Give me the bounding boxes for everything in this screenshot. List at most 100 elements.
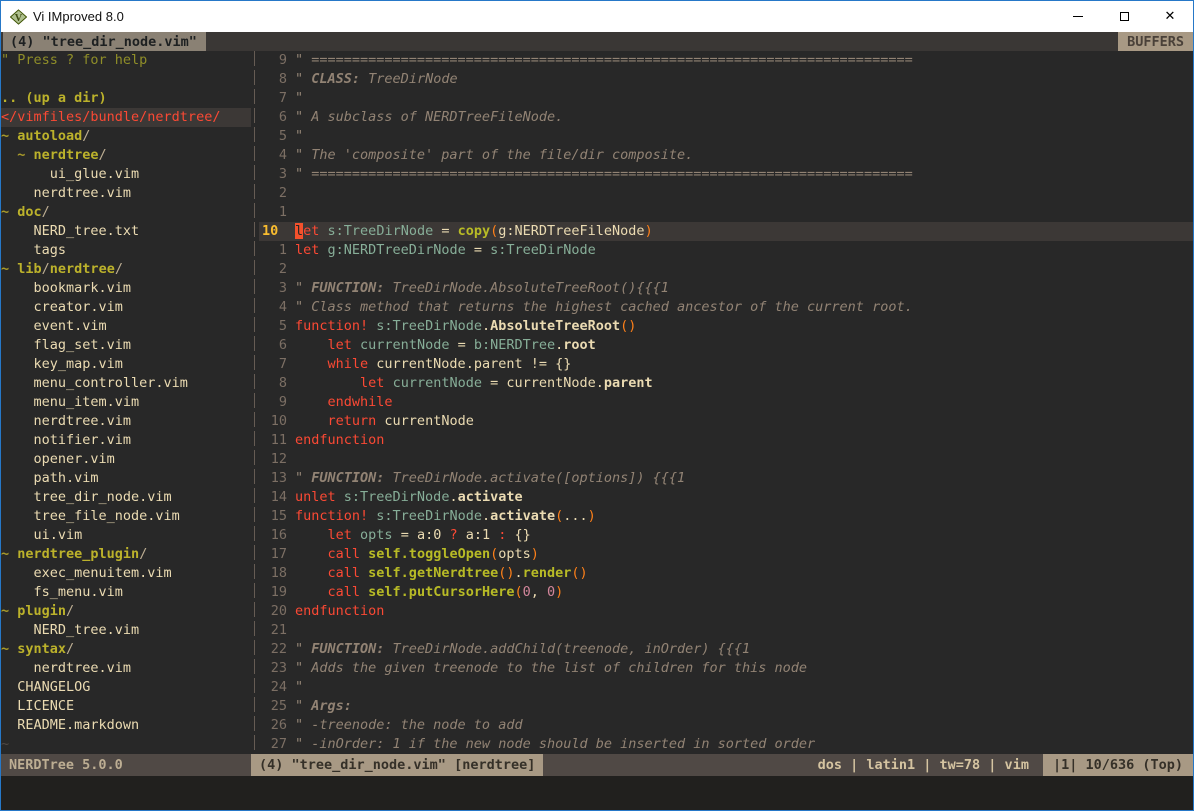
line-number: 17 [259, 545, 287, 564]
tree-item[interactable]: exec_menuitem.vim [1, 564, 251, 583]
code-line[interactable]: 1let g:NERDTreeDirNode = s:TreeDirNode [259, 241, 1193, 260]
code-line[interactable]: 17 call self.toggleOpen(opts) [259, 545, 1193, 564]
tree-item[interactable]: NERD_tree.vim [1, 621, 251, 640]
tree-item[interactable]: opener.vim [1, 450, 251, 469]
tree-item[interactable]: ~ plugin/ [1, 602, 251, 621]
line-number: 2 [259, 184, 287, 203]
minimize-icon [1073, 16, 1083, 17]
code-line[interactable]: 22" FUNCTION: TreeDirNode.addChild(treen… [259, 640, 1193, 659]
tree-item[interactable]: ~ autoload/ [1, 127, 251, 146]
close-button[interactable]: ✕ [1147, 1, 1193, 32]
tree-item[interactable]: notifier.vim [1, 431, 251, 450]
code-line[interactable]: 16 let opts = a:0 ? a:1 : {} [259, 526, 1193, 545]
buffer-tab[interactable]: (4) "tree_dir_node.vim" [3, 32, 206, 51]
tree-item[interactable]: nerdtree.vim [1, 412, 251, 431]
code-line[interactable]: 6" A subclass of NERDTreeFileNode. [259, 108, 1193, 127]
code-line[interactable]: 9" =====================================… [259, 51, 1193, 70]
code-line[interactable]: 10let s:TreeDirNode = copy(g:NERDTreeFil… [259, 222, 1193, 241]
code-line[interactable]: 21 [259, 621, 1193, 640]
tree-item[interactable]: menu_item.vim [1, 393, 251, 412]
code-line[interactable]: 7" [259, 89, 1193, 108]
vim-icon: V [10, 9, 27, 25]
code-line[interactable]: 18 call self.getNerdtree().render() [259, 564, 1193, 583]
line-number: 25 [259, 697, 287, 716]
tree-item[interactable]: .. (up a dir) [1, 89, 251, 108]
line-number: 18 [259, 564, 287, 583]
tree-item[interactable]: nerdtree.vim [1, 659, 251, 678]
code-line[interactable]: 14unlet s:TreeDirNode.activate [259, 488, 1193, 507]
code-line[interactable]: 20endfunction [259, 602, 1193, 621]
tree-item[interactable]: key_map.vim [1, 355, 251, 374]
code-line[interactable]: 8 let currentNode = currentNode.parent [259, 374, 1193, 393]
code-line[interactable]: 11endfunction [259, 431, 1193, 450]
editor-panel[interactable]: 9" =====================================… [259, 51, 1193, 754]
code-line[interactable]: 15function! s:TreeDirNode.activate(...) [259, 507, 1193, 526]
code-line[interactable]: 24" [259, 678, 1193, 697]
tree-item[interactable]: fs_menu.vim [1, 583, 251, 602]
line-number: 6 [259, 108, 287, 127]
line-number: 10 [259, 412, 287, 431]
code-line[interactable]: 7 while currentNode.parent != {} [259, 355, 1193, 374]
minimize-button[interactable] [1055, 1, 1101, 32]
code-line[interactable]: 25" Args: [259, 697, 1193, 716]
maximize-button[interactable] [1101, 1, 1147, 32]
tree-item[interactable]: ui.vim [1, 526, 251, 545]
tree-item[interactable]: path.vim [1, 469, 251, 488]
tree-item[interactable]: ~ [1, 735, 251, 754]
tree-item[interactable]: tree_file_node.vim [1, 507, 251, 526]
code-line[interactable]: 4" The 'composite' part of the file/dir … [259, 146, 1193, 165]
code-line[interactable]: 26" -treenode: the node to add [259, 716, 1193, 735]
tree-item[interactable]: menu_controller.vim [1, 374, 251, 393]
code-line[interactable]: 4" Class method that returns the highest… [259, 298, 1193, 317]
tree-item[interactable]: ~ doc/ [1, 203, 251, 222]
tree-item[interactable]: nerdtree.vim [1, 184, 251, 203]
tree-item[interactable]: ~ nerdtree_plugin/ [1, 545, 251, 564]
tree-item[interactable]: ~ nerdtree/ [1, 146, 251, 165]
code-line[interactable]: 1 [259, 203, 1193, 222]
code-line[interactable]: 23" Adds the given treenode to the list … [259, 659, 1193, 678]
code-line[interactable]: 5" [259, 127, 1193, 146]
line-number: 24 [259, 678, 287, 697]
line-number: 13 [259, 469, 287, 488]
statusline-file-info: dos | latin1 | tw=78 | vim [543, 754, 1043, 776]
tree-item[interactable]: README.markdown [1, 716, 251, 735]
line-number: 11 [259, 431, 287, 450]
command-line[interactable] [1, 776, 1193, 810]
tree-item[interactable]: ui_glue.vim [1, 165, 251, 184]
code-line[interactable]: 12 [259, 450, 1193, 469]
tree-item[interactable]: NERD_tree.txt [1, 222, 251, 241]
tree-item[interactable]: </vimfiles/bundle/nerdtree/ [1, 108, 251, 127]
window-separator[interactable] [251, 51, 259, 754]
code-line[interactable]: 3" =====================================… [259, 165, 1193, 184]
tree-item[interactable]: flag_set.vim [1, 336, 251, 355]
tree-item[interactable]: LICENCE [1, 697, 251, 716]
code-line[interactable]: 6 let currentNode = b:NERDTree.root [259, 336, 1193, 355]
nerdtree-panel[interactable]: " Press ? for help .. (up a dir)</vimfile… [1, 51, 251, 754]
code-line[interactable]: 2 [259, 184, 1193, 203]
code-line[interactable]: 2 [259, 260, 1193, 279]
tree-item[interactable] [1, 70, 251, 89]
line-number: 3 [259, 279, 287, 298]
tree-item[interactable]: creator.vim [1, 298, 251, 317]
titlebar: V Vi IMproved 8.0 ✕ [1, 1, 1193, 32]
code-line[interactable]: 8" CLASS: TreeDirNode [259, 70, 1193, 89]
buffers-label: BUFFERS [1118, 32, 1193, 51]
tree-item[interactable]: tags [1, 241, 251, 260]
tree-item[interactable]: " Press ? for help [1, 51, 251, 70]
code-line[interactable]: 13" FUNCTION: TreeDirNode.activate([opti… [259, 469, 1193, 488]
code-line[interactable]: 5function! s:TreeDirNode.AbsoluteTreeRoo… [259, 317, 1193, 336]
close-icon: ✕ [1165, 10, 1176, 23]
code-line[interactable]: 9 endwhile [259, 393, 1193, 412]
code-line[interactable]: 3" FUNCTION: TreeDirNode.AbsoluteTreeRoo… [259, 279, 1193, 298]
line-number: 15 [259, 507, 287, 526]
tree-item[interactable]: event.vim [1, 317, 251, 336]
line-number: 19 [259, 583, 287, 602]
code-line[interactable]: 19 call self.putCursorHere(0, 0) [259, 583, 1193, 602]
tree-item[interactable]: ~ syntax/ [1, 640, 251, 659]
tree-item[interactable]: ~ lib/nerdtree/ [1, 260, 251, 279]
code-line[interactable]: 10 return currentNode [259, 412, 1193, 431]
tree-item[interactable]: tree_dir_node.vim [1, 488, 251, 507]
tree-item[interactable]: CHANGELOG [1, 678, 251, 697]
code-line[interactable]: 27" -inOrder: 1 if the new node should b… [259, 735, 1193, 754]
tree-item[interactable]: bookmark.vim [1, 279, 251, 298]
